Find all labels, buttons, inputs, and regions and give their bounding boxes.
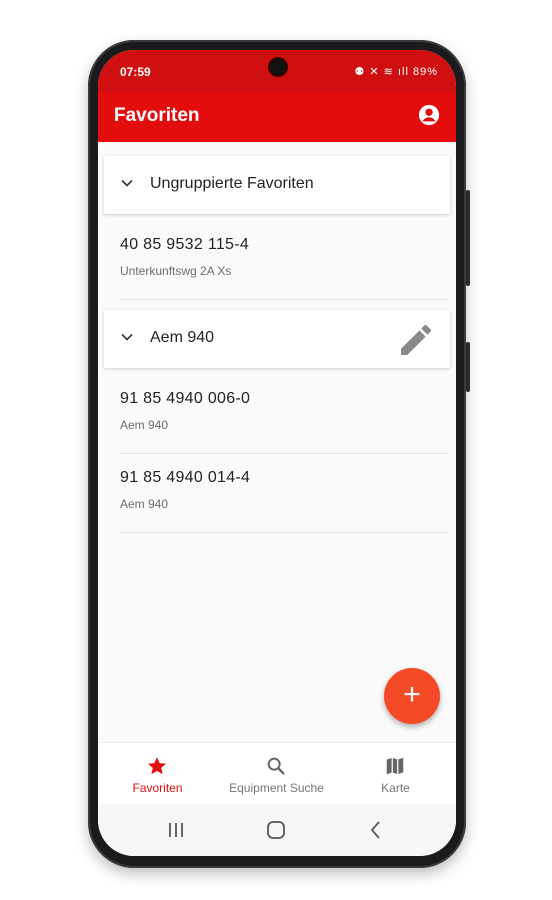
status-bar: 07:59 ⚉ ✕ ≋ ıll 89% xyxy=(98,50,456,92)
volume-button xyxy=(466,190,470,286)
group-title: Aem 940 xyxy=(150,329,215,346)
page-title: Favoriten xyxy=(114,105,200,126)
nav-item-equipment-suche[interactable]: Equipment Suche xyxy=(217,743,336,805)
add-favorite-button[interactable]: + xyxy=(384,668,440,724)
nav-label: Karte xyxy=(381,781,410,795)
group-header-aem-940[interactable]: Aem 940 xyxy=(104,310,450,368)
back-icon[interactable] xyxy=(364,818,388,842)
chevron-down-icon xyxy=(121,333,133,341)
list-item[interactable]: 40 85 9532 115-4 Unterkunftswg 2A Xs xyxy=(120,222,448,300)
nav-label: Equipment Suche xyxy=(229,781,324,795)
recent-apps-icon[interactable] xyxy=(164,818,188,842)
pencil-icon[interactable] xyxy=(396,320,436,360)
equipment-number: 91 85 4940 006-0 xyxy=(120,390,251,407)
chevron-down-icon xyxy=(121,179,133,187)
nav-item-favoriten[interactable]: Favoriten xyxy=(98,743,217,805)
equipment-subtitle: Unterkunftswg 2A Xs xyxy=(120,264,232,278)
equipment-number: 91 85 4940 014-4 xyxy=(120,469,251,486)
battery-level: 89% xyxy=(412,66,438,78)
account-circle-icon[interactable] xyxy=(418,104,440,126)
favorites-list: Ungruppierte Favoriten 40 85 9532 115-4 … xyxy=(98,142,456,742)
equipment-subtitle: Aem 940 xyxy=(120,418,169,432)
wifi-signal-icon: ⚉ ✕ ≋ ıll xyxy=(354,66,409,78)
equipment-subtitle: Aem 940 xyxy=(120,497,169,511)
equipment-number: 40 85 9532 115-4 xyxy=(120,236,250,253)
star-icon xyxy=(148,757,166,775)
status-time: 07:59 xyxy=(120,65,151,79)
nav-item-karte[interactable]: Karte xyxy=(336,743,455,805)
list-item[interactable]: 91 85 4940 006-0 Aem 940 xyxy=(120,376,448,454)
map-icon xyxy=(386,757,404,775)
list-item[interactable]: 91 85 4940 014-4 Aem 940 xyxy=(120,455,448,533)
power-button xyxy=(466,342,470,392)
phone-screen: 07:59 ⚉ ✕ ≋ ıll 89% Favoriten Ungruppier… xyxy=(98,50,456,856)
group-header-ungrouped[interactable]: Ungruppierte Favoriten xyxy=(104,156,450,214)
status-icons: ⚉ ✕ ≋ ıll 89% xyxy=(354,65,438,78)
home-icon[interactable] xyxy=(264,818,288,842)
group-title: Ungruppierte Favoriten xyxy=(150,175,314,192)
system-navigation-bar xyxy=(98,804,456,856)
nav-label: Favoriten xyxy=(132,781,183,795)
app-bar: Favoriten xyxy=(98,92,456,142)
search-icon xyxy=(267,757,285,775)
front-camera xyxy=(270,59,286,75)
bottom-navigation: Favoriten Equipment Suche Karte xyxy=(98,742,456,804)
